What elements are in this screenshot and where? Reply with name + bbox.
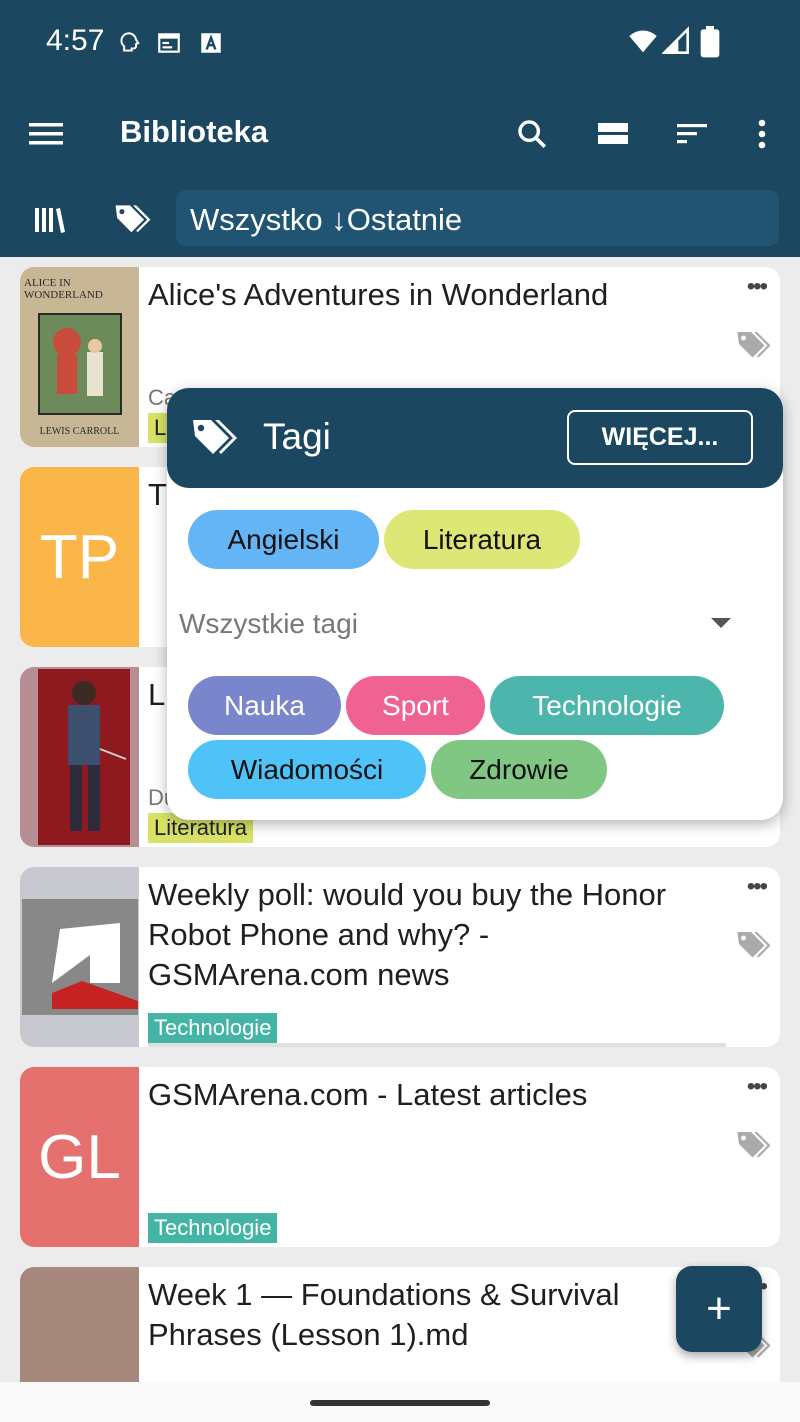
cover-illustration	[21, 899, 138, 1015]
tag-chip[interactable]: Wiadomości	[188, 740, 426, 799]
book-cover: TP	[20, 467, 139, 647]
home-gesture-handle[interactable]	[310, 1400, 490, 1406]
card-more-button[interactable]: •••	[747, 273, 768, 301]
overflow-menu-button[interactable]	[726, 96, 798, 172]
sort-icon	[677, 124, 707, 144]
dropdown-arrow-icon[interactable]	[711, 618, 731, 628]
view-toggle-icon	[598, 123, 628, 144]
tag-icon[interactable]	[736, 929, 772, 959]
app-title: Biblioteka	[120, 114, 269, 149]
tags-popup: Tagi WIĘCEJ... Angielski Literatura Wszy…	[167, 388, 783, 820]
book-cover	[20, 667, 139, 847]
tag-filter-icon[interactable]	[114, 202, 152, 234]
cover-illustration	[37, 669, 130, 845]
cover-illustration	[37, 312, 122, 415]
tag-icon[interactable]	[736, 1129, 772, 1159]
book-cover: GL	[20, 1067, 139, 1247]
book-cover	[20, 867, 139, 1047]
font-a-icon	[201, 33, 221, 53]
cover-title-text: ALICE IN WONDERLAND	[24, 277, 103, 301]
status-time: 4:57	[46, 24, 105, 57]
signal-icon	[662, 26, 689, 54]
wifi-icon	[629, 30, 657, 53]
toolbar: Biblioteka	[0, 96, 800, 176]
book-card[interactable]: GL GSMArena.com - Latest articles Techno…	[20, 1067, 780, 1247]
book-card[interactable]: WF Week 1 — Foundations & Survival Phras…	[20, 1267, 780, 1382]
reading-progress-bar	[148, 1043, 726, 1047]
book-tag: Technologie	[148, 1013, 278, 1043]
card-more-button[interactable]: •••	[747, 873, 768, 901]
more-vert-icon	[758, 119, 766, 149]
cover-author-text: LEWIS CARROLL	[39, 426, 120, 437]
book-title: Weekly poll: would you buy the Honor Rob…	[148, 877, 667, 992]
book-title: Alice's Adventures in Wonderland	[148, 277, 609, 312]
book-cover: ALICE IN WONDERLAND LEWIS CARROLL	[20, 267, 139, 447]
filter-row: Wszystko ↓Ostatnie	[0, 188, 800, 250]
calendar-icon	[158, 33, 180, 53]
tag-icon[interactable]	[736, 329, 772, 359]
tag-chip[interactable]: Sport	[346, 676, 485, 735]
card-more-button[interactable]: •••	[747, 1073, 768, 1101]
book-card[interactable]: Weekly poll: would you buy the Honor Rob…	[20, 867, 780, 1047]
book-title: GSMArena.com - Latest articles	[148, 1077, 588, 1112]
search-icon	[518, 120, 547, 149]
book-cover: WF	[20, 1267, 139, 1382]
library-icon[interactable]	[34, 204, 66, 234]
popup-title: Tagi	[263, 416, 331, 457]
more-tags-button[interactable]: WIĘCEJ...	[567, 410, 753, 465]
tag-chip[interactable]: Technologie	[490, 676, 724, 735]
system-nav-bar	[0, 1382, 800, 1422]
sort-button[interactable]	[656, 96, 728, 172]
tag-chip[interactable]: Zdrowie	[431, 740, 607, 799]
selected-tag-chip[interactable]: Angielski	[188, 510, 379, 569]
battery-icon	[700, 26, 720, 58]
status-bar: 4:57	[0, 0, 800, 88]
view-toggle-button[interactable]	[577, 96, 649, 172]
tag-chip[interactable]: Nauka	[188, 676, 341, 735]
hamburger-icon	[29, 123, 63, 145]
add-book-button[interactable]: +	[676, 1266, 762, 1352]
selected-tag-chip[interactable]: Literatura	[384, 510, 580, 569]
search-button[interactable]	[496, 96, 568, 172]
book-title: Week 1 — Foundations & Survival Phrases …	[148, 1277, 620, 1352]
menu-button[interactable]	[10, 96, 82, 172]
brain-icon	[120, 32, 140, 52]
book-tag: Technologie	[148, 1213, 278, 1243]
all-tags-dropdown[interactable]: Wszystkie tagi	[179, 608, 358, 640]
tag-icon	[193, 420, 237, 454]
filter-sort-selector[interactable]: Wszystko ↓Ostatnie	[176, 190, 779, 246]
popup-header: Tagi WIĘCEJ...	[167, 388, 783, 488]
